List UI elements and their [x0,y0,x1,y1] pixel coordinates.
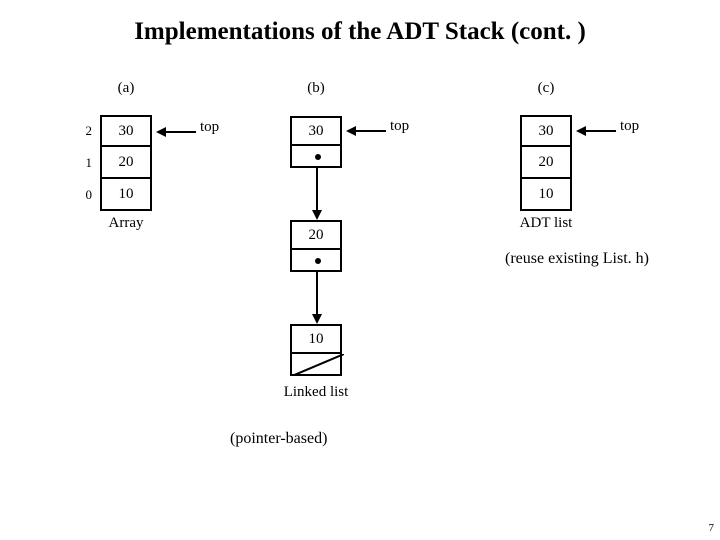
panel-a: (a) 2 1 0 30 20 10 Array top [60,80,240,232]
panel-a-caption: Array [94,215,158,232]
array-index-0: 0 [72,187,92,203]
panel-b-caption: Linked list [278,384,354,401]
list-cell: 20 [520,147,572,179]
panel-c: (c) 30 20 10 ADT list top [520,80,700,232]
panel-b: (b) 30 20 10 Linked list top [290,80,470,97]
page-title: Implementations of the ADT Stack (cont. … [0,18,720,46]
panel-c-caption: ADT list [514,215,578,232]
top-label: top [200,119,219,136]
arrow-down-icon [310,270,324,324]
ll-value: 20 [290,220,342,250]
arrow-down-icon [310,166,324,220]
top-label: top [390,118,409,135]
ll-null-pointer [290,354,342,376]
top-label: top [620,118,639,135]
ll-pointer [290,250,342,272]
arrow-left-icon [156,125,196,139]
note-pointer: (pointer-based) [230,430,327,448]
ll-value: 30 [290,116,342,146]
array-cell: 20 [100,147,152,179]
arrow-left-icon [346,124,386,138]
list-cell: 30 [520,115,572,147]
panel-b-tag: (b) [290,80,342,97]
note-reuse: (reuse existing List. h) [505,250,649,268]
ll-pointer [290,146,342,168]
array-index-2: 2 [72,123,92,139]
ll-node: 10 [290,324,342,376]
ll-value: 10 [290,324,342,354]
list-cell: 10 [520,179,572,211]
array-cell: 30 [100,115,152,147]
panel-a-tag: (a) [100,80,152,97]
ll-node: 20 [290,220,342,272]
arrow-left-icon [576,124,616,138]
ll-node: 30 [290,116,342,168]
array-cell: 10 [100,179,152,211]
panel-c-tag: (c) [520,80,572,97]
array-index-1: 1 [72,155,92,171]
page-number: 7 [709,522,715,534]
